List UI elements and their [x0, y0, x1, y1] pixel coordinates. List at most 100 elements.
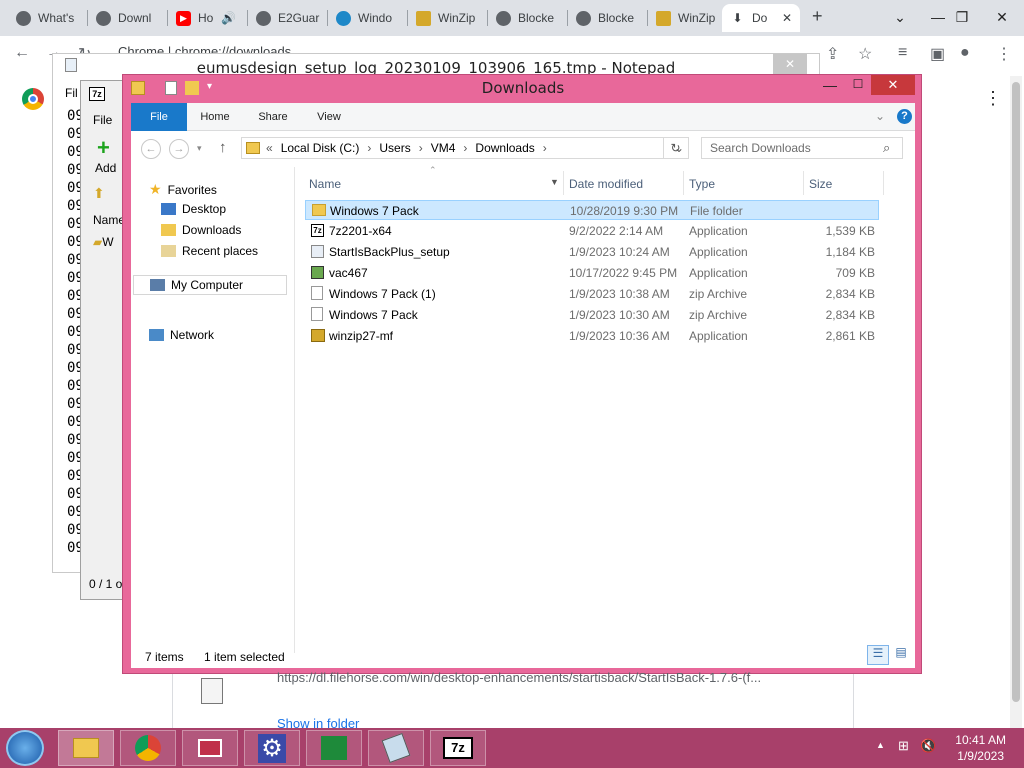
notepad-close-button[interactable]: ✕	[773, 54, 807, 74]
tab-view[interactable]: View	[307, 103, 351, 131]
tab-downloads-active[interactable]: ⬇ Do ✕	[722, 4, 800, 32]
search-icon[interactable]: ⌕	[883, 140, 890, 156]
file-type: zip Archive	[689, 308, 748, 322]
column-type[interactable]: Type	[689, 177, 715, 191]
tab-youtube[interactable]: ▶ Ho 🔊	[168, 4, 246, 32]
nav-desktop[interactable]: Desktop	[161, 202, 226, 216]
taskbar-explorer[interactable]	[58, 730, 114, 766]
crumb-users[interactable]: Users	[379, 141, 410, 155]
crumb-local-disk[interactable]: Local Disk (C:)	[281, 141, 360, 155]
nav-my-computer[interactable]: My Computer	[133, 275, 287, 295]
file-row[interactable]: vac467 10/17/2022 9:45 PM Application 70…	[305, 263, 879, 283]
refresh-icon[interactable]: ↻	[663, 137, 687, 159]
taskbar-settings[interactable]: ⚙	[244, 730, 300, 766]
tab-e2guardian[interactable]: E2Guar	[248, 4, 326, 32]
start-button[interactable]	[6, 730, 44, 766]
explorer-minimize-button[interactable]: —	[819, 77, 841, 95]
show-hidden-icons[interactable]: ▲	[876, 740, 885, 750]
sevenzip-name-header[interactable]: Name	[93, 213, 125, 227]
file-row[interactable]: StartIsBackPlus_setup 1/9/2023 10:24 AM …	[305, 242, 879, 262]
bookmark-star-icon[interactable]: ☆	[858, 44, 872, 64]
back-icon[interactable]: ←	[141, 139, 161, 159]
share-icon[interactable]: ⇪	[826, 44, 839, 64]
chevron-right-icon[interactable]: ›	[419, 141, 423, 155]
profile-avatar-icon[interactable]: ●	[960, 44, 970, 62]
close-window-button[interactable]: ✕	[980, 0, 1024, 34]
scrollbar[interactable]	[1010, 76, 1022, 728]
side-panel-icon[interactable]: ▣	[930, 44, 945, 64]
crumb-vm4[interactable]: VM4	[431, 141, 456, 155]
up-folder-icon[interactable]: ⬆	[93, 185, 105, 202]
notepad-menu-file[interactable]: Fil	[65, 86, 78, 100]
file-row[interactable]: 7z 7z2201-x64 9/2/2022 2:14 AM Applicati…	[305, 221, 879, 241]
tab-blocked-2[interactable]: Blocke	[568, 4, 646, 32]
new-tab-button[interactable]: +	[812, 6, 823, 27]
column-filter-icon[interactable]: ▼	[550, 177, 559, 187]
nav-network[interactable]: Network	[149, 328, 214, 342]
status-bar: 7 items 1 item selected ☰ ▤	[131, 645, 915, 668]
volume-muted-icon[interactable]: 🔇	[920, 738, 936, 754]
chevron-right-icon[interactable]: ›	[543, 141, 547, 155]
chrome-menu-icon[interactable]: ⋮	[996, 44, 1012, 64]
crumb-downloads[interactable]: Downloads	[475, 141, 534, 155]
network-tray-icon[interactable]: ⊞	[898, 738, 909, 754]
download-url[interactable]: https://dl.filehorse.com/win/desktop-enh…	[277, 670, 761, 685]
file-row[interactable]: winzip27-mf 1/9/2023 10:36 AM Applicatio…	[305, 326, 879, 346]
taskbar-chrome[interactable]	[120, 730, 176, 766]
help-icon[interactable]: ?	[897, 109, 912, 124]
download-icon: ⬇	[732, 11, 743, 25]
column-date-modified[interactable]: Date modified	[569, 177, 643, 191]
downloads-page-menu-icon[interactable]: ⋮	[984, 88, 1002, 109]
media-control-icon[interactable]: ≡	[898, 44, 907, 62]
up-icon[interactable]: ↑	[219, 139, 227, 156]
large-icons-view-button[interactable]: ▤	[891, 645, 911, 665]
restore-button[interactable]: ❐	[940, 0, 984, 34]
column-size[interactable]: Size	[809, 177, 832, 191]
tab-whats[interactable]: What's	[8, 4, 86, 32]
nav-recent-places[interactable]: Recent places	[161, 244, 258, 258]
taskbar-clock[interactable]: 10:41 AM 1/9/2023	[955, 732, 1006, 764]
chevron-right-icon[interactable]: ›	[463, 141, 467, 155]
file-type-icon	[201, 678, 223, 704]
back-icon[interactable]: ←	[14, 44, 30, 62]
taskbar-notepad[interactable]	[368, 730, 424, 766]
file-row[interactable]: Windows 7 Pack (1) 1/9/2023 10:38 AM zip…	[305, 284, 879, 304]
sevenzip-add-button[interactable]: Add	[95, 161, 116, 175]
tab-winzip-2[interactable]: WinZip	[648, 4, 720, 32]
tab-home[interactable]: Home	[193, 103, 237, 131]
details-view-button[interactable]: ☰	[867, 645, 889, 665]
search-input[interactable]: Search Downloads	[701, 137, 903, 159]
file-size: 2,834 KB	[825, 287, 875, 301]
tab-windows[interactable]: Windo	[328, 4, 406, 32]
explorer-maximize-button[interactable]: ☐	[847, 77, 869, 95]
tab-blocked-1[interactable]: Blocke	[488, 4, 566, 32]
taskbar-store[interactable]	[306, 730, 362, 766]
nav-downloads[interactable]: Downloads	[161, 223, 241, 237]
media-icon	[198, 739, 222, 757]
sevenzip-list-item[interactable]: ▰W	[93, 235, 114, 249]
tab-winzip-1[interactable]: WinZip	[408, 4, 486, 32]
winzip-icon	[416, 10, 431, 26]
tab-share[interactable]: Share	[251, 103, 295, 131]
file-size: 709 KB	[835, 266, 875, 280]
ribbon-expand-icon[interactable]: ⌄	[875, 109, 885, 123]
recent-locations-icon[interactable]: ▾	[197, 143, 202, 154]
close-tab-icon[interactable]: ✕	[782, 11, 792, 25]
taskbar-7zip[interactable]: 7z	[430, 730, 486, 766]
clock-time: 10:41 AM	[955, 733, 1006, 747]
taskbar-media[interactable]	[182, 730, 238, 766]
file-row[interactable]: Windows 7 Pack 1/9/2023 10:30 AM zip Arc…	[305, 305, 879, 325]
file-row[interactable]: Windows 7 Pack 10/28/2019 9:30 PM File f…	[305, 200, 879, 220]
tab-file[interactable]: File	[131, 103, 187, 131]
forward-icon[interactable]: →	[169, 139, 189, 159]
address-bar[interactable]: « Local Disk (C:) › Users › VM4 › Downlo…	[241, 137, 689, 159]
sevenzip-menu-file[interactable]: File	[93, 113, 112, 127]
sevenzip-icon: 7z	[89, 87, 105, 101]
column-name[interactable]: Name	[309, 177, 341, 191]
chrome-logo-icon	[22, 88, 44, 110]
chevron-right-icon[interactable]: ›	[367, 141, 371, 155]
explorer-close-button[interactable]: ✕	[871, 75, 915, 95]
tab-downloads-page[interactable]: Downl	[88, 4, 166, 32]
nav-favorites[interactable]: ★ Favorites	[149, 181, 217, 198]
file-name: Windows 7 Pack	[330, 204, 419, 218]
